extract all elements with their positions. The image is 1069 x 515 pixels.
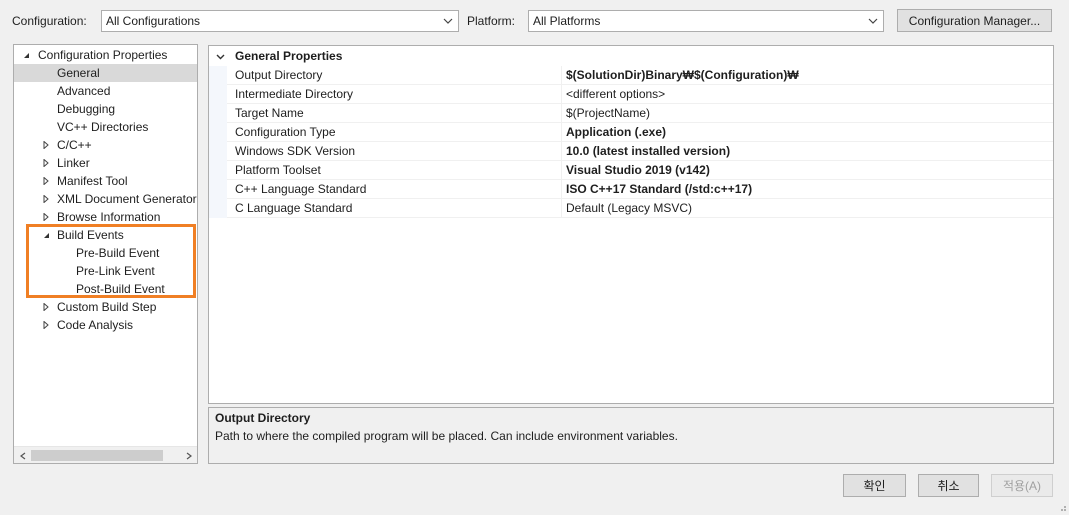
property-row-cpp-language-standard[interactable]: C++ Language Standard ISO C++17 Standard… [209, 180, 1053, 199]
tree-item-general[interactable]: General [14, 64, 197, 82]
property-row-output-directory[interactable]: Output Directory $(SolutionDir)Binary₩$(… [209, 66, 1053, 85]
tree-item-xml-document-generator[interactable]: XML Document Generator [14, 190, 197, 208]
resize-grip-icon[interactable] [1057, 501, 1067, 511]
expanded-triangle-icon[interactable] [42, 226, 50, 244]
configuration-manager-button[interactable]: Configuration Manager... [897, 9, 1052, 32]
platform-label: Platform: [467, 14, 516, 28]
chevron-down-icon[interactable] [215, 47, 225, 66]
collapsed-triangle-icon[interactable] [42, 190, 50, 208]
property-value[interactable]: <different options> [566, 85, 665, 104]
property-value[interactable]: Application (.exe) [566, 123, 666, 142]
property-value[interactable]: Visual Studio 2019 (v142) [566, 161, 710, 180]
tree-item-vcpp-directories[interactable]: VC++ Directories [57, 118, 148, 136]
tree-item-code-analysis[interactable]: Code Analysis [14, 316, 197, 334]
property-name: Platform Toolset [235, 163, 321, 177]
tree-item-build-events[interactable]: Build Events [14, 226, 197, 244]
tree-item-debugging[interactable]: Debugging [57, 100, 115, 118]
tree-item-advanced[interactable]: Advanced [57, 82, 110, 100]
tree-item-manifest-tool[interactable]: Manifest Tool [14, 172, 197, 190]
tree-item-browse-information[interactable]: Browse Information [14, 208, 197, 226]
property-row-configuration-type[interactable]: Configuration Type Application (.exe) [209, 123, 1053, 142]
cancel-button[interactable]: 취소 [918, 474, 979, 497]
expanded-triangle-icon[interactable] [22, 46, 30, 64]
scrollbar-thumb[interactable] [31, 450, 163, 461]
collapsed-triangle-icon[interactable] [42, 136, 50, 154]
chevron-down-icon [867, 15, 879, 27]
configuration-label: Configuration: [12, 14, 87, 28]
property-name: C Language Standard [235, 201, 353, 215]
tree-item-configuration-properties[interactable]: Configuration Properties [14, 46, 197, 64]
property-value[interactable]: ISO C++17 Standard (/std:c++17) [566, 180, 752, 199]
description-pane: Output Directory Path to where the compi… [208, 407, 1054, 464]
collapsed-triangle-icon[interactable] [42, 154, 50, 172]
property-grid[interactable]: General Properties Output Directory $(So… [208, 45, 1054, 404]
apply-button[interactable]: 적용(A) [991, 474, 1053, 497]
property-name: C++ Language Standard [235, 182, 367, 196]
property-tree[interactable]: Configuration Properties General Advance… [13, 44, 198, 464]
property-row-target-name[interactable]: Target Name $(ProjectName) [209, 104, 1053, 123]
property-name: Configuration Type [235, 125, 336, 139]
tree-item-post-build-event[interactable]: Post-Build Event [76, 280, 165, 298]
description-title: Output Directory [215, 411, 311, 425]
tree-horizontal-scrollbar[interactable] [14, 446, 197, 463]
tree-item-pre-build-event[interactable]: Pre-Build Event [76, 244, 159, 262]
platform-select[interactable]: All Platforms [528, 10, 884, 32]
tree-item-linker[interactable]: Linker [14, 154, 197, 172]
platform-value: All Platforms [533, 14, 601, 28]
property-value[interactable]: $(ProjectName) [566, 104, 650, 123]
scroll-right-icon[interactable] [180, 447, 197, 463]
property-value[interactable]: Default (Legacy MSVC) [566, 199, 692, 218]
tree-item-custom-build-step[interactable]: Custom Build Step [14, 298, 197, 316]
tree-item-pre-link-event[interactable]: Pre-Link Event [76, 262, 155, 280]
property-name: Output Directory [235, 68, 323, 82]
property-value[interactable]: $(SolutionDir)Binary₩$(Configuration)₩ [566, 66, 799, 85]
property-value[interactable]: 10.0 (latest installed version) [566, 142, 730, 161]
scroll-left-icon[interactable] [14, 447, 31, 463]
property-name: Target Name [235, 106, 304, 120]
tree-item-c-cpp[interactable]: C/C++ [14, 136, 197, 154]
collapsed-triangle-icon[interactable] [42, 208, 50, 226]
property-row-intermediate-directory[interactable]: Intermediate Directory <different option… [209, 85, 1053, 104]
chevron-down-icon [442, 15, 454, 27]
category-general-properties[interactable]: General Properties [209, 47, 1053, 66]
description-text: Path to where the compiled program will … [215, 429, 678, 443]
collapsed-triangle-icon[interactable] [42, 298, 50, 316]
ok-button[interactable]: 확인 [843, 474, 906, 497]
property-name: Intermediate Directory [235, 87, 354, 101]
property-row-platform-toolset[interactable]: Platform Toolset Visual Studio 2019 (v14… [209, 161, 1053, 180]
configuration-value: All Configurations [106, 14, 201, 28]
property-row-windows-sdk-version[interactable]: Windows SDK Version 10.0 (latest install… [209, 142, 1053, 161]
collapsed-triangle-icon[interactable] [42, 316, 50, 334]
collapsed-triangle-icon[interactable] [42, 172, 50, 190]
property-row-c-language-standard[interactable]: C Language Standard Default (Legacy MSVC… [209, 199, 1053, 218]
configuration-select[interactable]: All Configurations [101, 10, 459, 32]
property-name: Windows SDK Version [235, 144, 356, 158]
